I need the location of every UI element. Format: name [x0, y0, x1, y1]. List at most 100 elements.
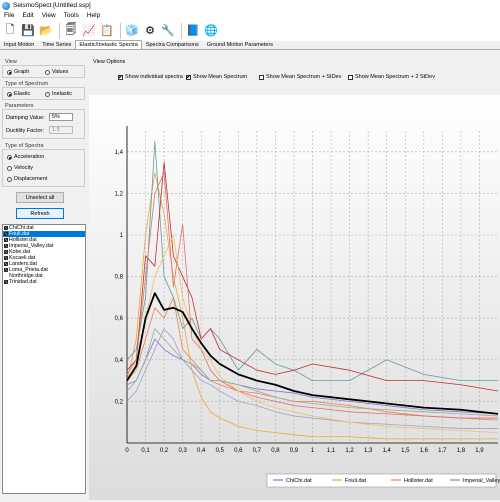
tab-ground-motion-parameters[interactable]: Ground Motion Parameters	[203, 40, 277, 49]
x-tick-label: 1,9	[475, 448, 484, 454]
spectra-panel: View Options Show individual spectra Sho…	[89, 51, 500, 500]
x-tick-label: 0,9	[290, 448, 299, 454]
documents-icon[interactable]: 🗐	[63, 23, 79, 39]
checkbox-checked-icon[interactable]	[4, 226, 8, 230]
ductility-label: Ductility Factor:	[6, 128, 44, 134]
show-mean-stdev-checkbox[interactable]: Show Mean Spectrum + StDev	[259, 74, 341, 80]
legend-entry: Imperial_Valley.d	[463, 478, 500, 484]
radio-selected-icon	[7, 154, 12, 160]
velocity-radio[interactable]: Velocity	[7, 165, 33, 171]
acceleration-radio[interactable]: Acceleration	[7, 154, 44, 160]
x-tick-label: 1,5	[401, 448, 410, 454]
parameters-group: Damping Value: 5% Ductility Factor: 1.5	[2, 109, 85, 139]
x-tick-label: 1,3	[364, 448, 373, 454]
window-title: SeismoSpect [Untitled.ssp]	[13, 2, 91, 9]
graph-radio[interactable]: Graph	[7, 69, 29, 75]
open-folder-icon[interactable]: 📂	[38, 23, 54, 39]
menu-tools[interactable]: Tools	[60, 12, 83, 19]
radio-empty-icon	[7, 176, 12, 182]
legend-entry: ChiChi.dat	[286, 478, 312, 484]
legend-entry: Friuli.dat	[345, 478, 367, 484]
menu-help[interactable]: Help	[83, 12, 104, 19]
tab-time-series[interactable]: Time Series	[38, 40, 75, 49]
app-logo-icon	[2, 1, 10, 10]
checkbox-checked-icon[interactable]	[4, 250, 8, 254]
help-book-icon[interactable]: 📘	[185, 23, 201, 39]
file-list-item[interactable]: Trinidad.dat	[3, 279, 85, 285]
show-mean-checkbox[interactable]: Show Mean Spectrum	[186, 74, 247, 80]
x-tick-label: 1,4	[383, 448, 392, 454]
damping-field[interactable]: 5%	[49, 113, 73, 121]
toolbar-separator	[59, 22, 60, 39]
toolbar-separator	[181, 22, 182, 39]
file-list[interactable]: ChiChi.dat Friuli.dat Hollister.dat Imperia…	[2, 224, 86, 494]
radio-selected-icon	[7, 69, 12, 75]
toolbar-separator	[120, 22, 121, 39]
x-tick-label: 1,6	[420, 448, 429, 454]
menu-edit[interactable]: Edit	[18, 12, 37, 19]
y-tick-label: 0,6	[115, 316, 124, 322]
displacement-radio[interactable]: Displacement	[7, 176, 47, 182]
checkbox-empty-icon[interactable]	[4, 274, 8, 278]
radio-empty-icon	[45, 91, 50, 97]
show-mean-2stdev-checkbox[interactable]: Show Mean Spectrum + 2 StDev	[348, 74, 435, 80]
ductility-field[interactable]: 1.5	[49, 126, 73, 134]
radio-empty-icon	[45, 69, 50, 75]
x-tick-label: 0,4	[197, 448, 206, 454]
tab-spectra-comparisons[interactable]: Spectra Comparisons	[142, 40, 203, 49]
radio-selected-icon	[7, 91, 12, 97]
table-report-icon[interactable]: 📋	[99, 23, 115, 39]
view-group: Graph Values	[2, 65, 85, 78]
web-globe-icon[interactable]: 🌐	[203, 23, 219, 39]
file-name: Trinidad.dat	[9, 279, 37, 285]
checkbox-empty-icon	[348, 74, 353, 80]
tab-input-motion[interactable]: Input Motion	[0, 40, 38, 49]
checkbox-checked-icon[interactable]	[4, 280, 8, 284]
settings-gear-icon[interactable]: ⚙	[142, 23, 158, 39]
menu-file[interactable]: File	[0, 12, 18, 19]
x-tick-label: 1,7	[438, 448, 447, 454]
save-icon[interactable]: 💾	[20, 23, 36, 39]
view-options-title: View Options	[93, 59, 126, 65]
x-tick-label: 1,1	[327, 448, 336, 454]
refresh-button[interactable]: Refresh	[16, 208, 64, 219]
x-tick-label: 1,2	[345, 448, 354, 454]
tab-strip: Input Motion Time Series Elastic/Inelastic…	[0, 40, 500, 50]
legend-entry: Hollister.dat	[404, 478, 433, 484]
x-tick-label: 0,1	[141, 448, 150, 454]
radio-empty-icon	[7, 165, 12, 171]
inelastic-radio[interactable]: Inelastic	[45, 91, 72, 97]
checkbox-checked-icon[interactable]	[4, 244, 8, 248]
show-individual-checkbox[interactable]: Show individual spectra	[118, 74, 183, 80]
spectrum-type-group: Elastic Inelastic	[2, 87, 85, 100]
toolbar: 🗋 💾 📂 🗐 📈 📋 🧊 ⚙ 🔧 📘 🌐	[0, 20, 500, 41]
checkbox-checked-icon	[118, 74, 123, 80]
spectra-chart-svg: 0,20,40,60,811,21,40 0,1 0,2 0,3 0,4 0,5 0,6 0,…	[89, 95, 500, 500]
checkbox-checked-icon[interactable]	[4, 238, 8, 242]
unselect-all-button[interactable]: Unselect all	[16, 192, 64, 203]
values-radio[interactable]: Values	[45, 69, 68, 75]
chart-report-icon[interactable]: 📈	[81, 23, 97, 39]
x-tick-label: 0,5	[216, 448, 225, 454]
new-file-icon[interactable]: 🗋	[2, 23, 18, 39]
checkbox-checked-icon[interactable]	[4, 256, 8, 260]
modules-icon[interactable]: 🧊	[124, 23, 140, 39]
elastic-radio[interactable]: Elastic	[7, 91, 30, 97]
tab-elastic-inelastic-spectra[interactable]: Elastic/Inelastic Spectra	[75, 40, 142, 49]
left-panel: View Graph Values Type of Spectrum Elast…	[0, 51, 88, 500]
damping-label: Damping Value:	[6, 115, 45, 121]
y-tick-label: 0,8	[115, 275, 124, 281]
x-tick-label: 1,8	[457, 448, 466, 454]
checkbox-checked-icon[interactable]	[4, 268, 8, 272]
tools-icon[interactable]: 🔧	[160, 23, 176, 39]
menu-view[interactable]: View	[38, 12, 60, 19]
menu-bar: File Edit View Tools Help	[0, 11, 500, 20]
x-tick-label: 0,6	[234, 448, 243, 454]
title-bar: SeismoSpect [Untitled.ssp]	[0, 0, 500, 11]
x-tick-label: 0,3	[178, 448, 187, 454]
y-tick-label: 0,4	[115, 358, 124, 364]
checkbox-empty-icon	[259, 74, 264, 80]
checkbox-checked-icon[interactable]	[4, 262, 8, 266]
checkbox-checked-icon[interactable]	[4, 232, 8, 236]
y-tick-label: 0,2	[115, 399, 124, 405]
